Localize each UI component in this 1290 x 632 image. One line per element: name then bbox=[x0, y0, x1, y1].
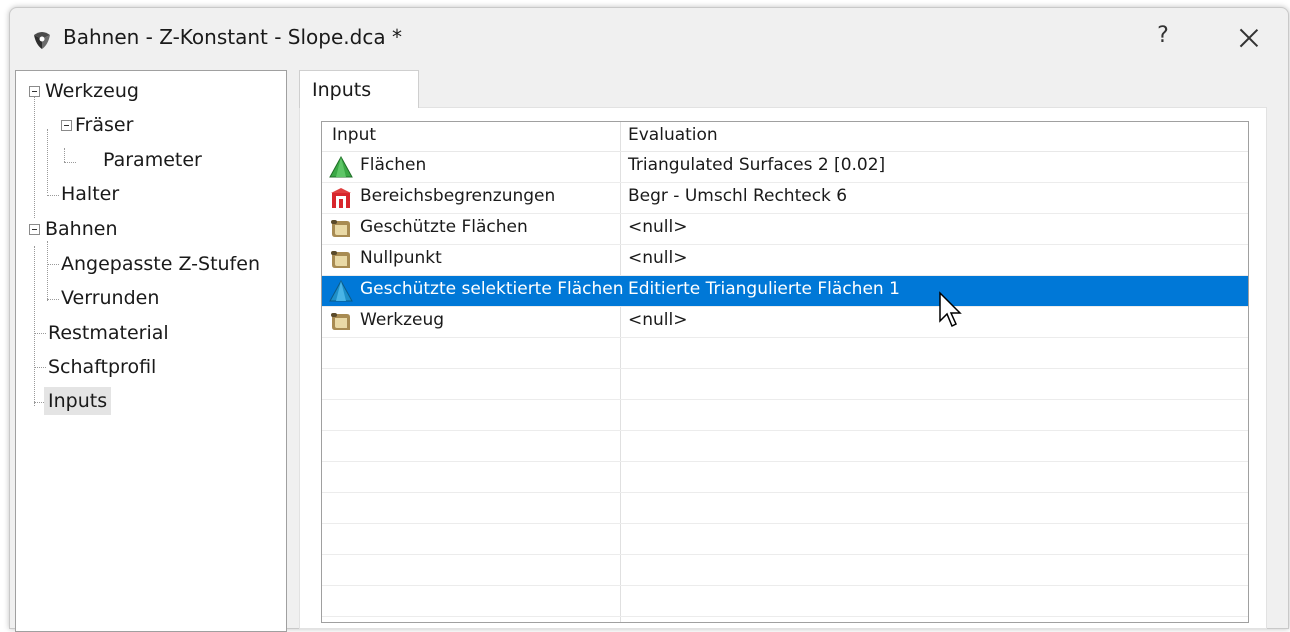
grid-header: Input Evaluation bbox=[322, 122, 1248, 152]
green-triangle-icon bbox=[329, 156, 353, 178]
row-input: Geschützte Flächen bbox=[360, 217, 528, 237]
tree-item-schaftprofil[interactable]: Schaftprofil bbox=[48, 353, 156, 381]
row-evaluation: <null> bbox=[628, 248, 688, 268]
tree-item-restmaterial[interactable]: Restmaterial bbox=[48, 319, 169, 347]
row-input: Nullpunkt bbox=[360, 248, 442, 268]
tree-expander-bahnen[interactable] bbox=[29, 224, 40, 235]
app-icon bbox=[34, 32, 50, 49]
row-evaluation: Triangulated Surfaces 2 [0.02] bbox=[628, 155, 886, 175]
title-bar: Bahnen - Z-Konstant - Slope.dca * ? bbox=[10, 8, 1288, 72]
tree-expander-werkzeug[interactable] bbox=[29, 86, 40, 97]
grid-empty-row[interactable] bbox=[322, 493, 1248, 524]
mouse-cursor-icon bbox=[939, 291, 962, 328]
tree-expander-fraeser[interactable] bbox=[61, 120, 72, 131]
grid-empty-row[interactable] bbox=[322, 431, 1248, 462]
close-icon[interactable] bbox=[1234, 23, 1264, 53]
row-input: Flächen bbox=[360, 155, 427, 175]
boundary-icon bbox=[331, 188, 351, 208]
help-button[interactable]: ? bbox=[1150, 23, 1176, 48]
row-evaluation: Editierte Triangulierte Flächen 1 bbox=[628, 279, 900, 299]
tree-item-halter[interactable]: Halter bbox=[61, 180, 119, 208]
grid-empty-row[interactable] bbox=[322, 586, 1248, 617]
grid-row[interactable]: Geschützte Flächen <null> bbox=[322, 214, 1248, 245]
column-header-evaluation[interactable]: Evaluation bbox=[628, 125, 718, 145]
grid-empty-row[interactable] bbox=[322, 400, 1248, 431]
grid-empty-row[interactable] bbox=[322, 369, 1248, 400]
row-evaluation: Begr - Umschl Rechteck 6 bbox=[628, 186, 848, 206]
scroll-icon bbox=[331, 220, 350, 237]
grid-row[interactable]: Werkzeug <null> bbox=[322, 307, 1248, 338]
row-evaluation: <null> bbox=[628, 217, 688, 237]
grid-row[interactable]: Flächen Triangulated Surfaces 2 [0.02] bbox=[322, 152, 1248, 183]
grid-empty-row[interactable] bbox=[322, 524, 1248, 555]
row-evaluation: <null> bbox=[628, 310, 688, 330]
tree-item-werkzeug[interactable]: Werkzeug bbox=[45, 77, 139, 105]
tree-item-parameter[interactable]: Parameter bbox=[103, 146, 202, 174]
scroll-icon bbox=[331, 313, 350, 330]
window-title: Bahnen - Z-Konstant - Slope.dca * bbox=[63, 25, 402, 49]
blue-triangle-icon bbox=[329, 280, 353, 302]
tree-item-angepasste-z-stufen[interactable]: Angepasste Z-Stufen bbox=[61, 250, 260, 278]
column-header-input[interactable]: Input bbox=[332, 125, 376, 145]
tab-inputs[interactable]: Inputs bbox=[299, 70, 419, 108]
grid-row[interactable]: Bereichsbegrenzungen Begr - Umschl Recht… bbox=[322, 183, 1248, 214]
grid-empty-row[interactable] bbox=[322, 462, 1248, 493]
tree-item-verrunden[interactable]: Verrunden bbox=[61, 284, 159, 312]
grid-empty-row[interactable] bbox=[322, 555, 1248, 586]
navigation-tree: Werkzeug Fräser Parameter Halter Bahnen … bbox=[15, 70, 287, 632]
row-input: Geschützte selektierte Flächen bbox=[360, 279, 624, 299]
grid-row-selected[interactable]: Geschützte selektierte Flächen Editierte… bbox=[322, 276, 1248, 307]
scroll-icon bbox=[331, 251, 350, 268]
grid-row[interactable]: Nullpunkt <null> bbox=[322, 245, 1248, 276]
grid-empty-row[interactable] bbox=[322, 338, 1248, 369]
tree-item-fraeser[interactable]: Fräser bbox=[75, 111, 133, 139]
inputs-grid: Input Evaluation Flächen Triangulated Su… bbox=[321, 121, 1249, 623]
row-input: Werkzeug bbox=[360, 310, 445, 330]
row-input: Bereichsbegrenzungen bbox=[360, 186, 556, 206]
tree-item-bahnen[interactable]: Bahnen bbox=[45, 215, 118, 243]
tree-item-inputs[interactable]: Inputs bbox=[44, 387, 112, 415]
